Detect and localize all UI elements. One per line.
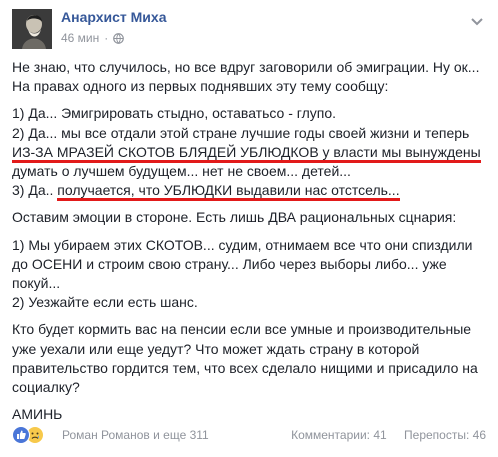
text-line: АМИНЬ <box>12 406 63 423</box>
chevron-down-icon[interactable] <box>470 14 484 26</box>
post-counts: Комментарии: 41 Перепосты: 46 <box>277 428 486 442</box>
avatar[interactable] <box>12 9 52 49</box>
post-meta: 46 мин · <box>61 31 125 45</box>
text-line: 2) Уезжайте если есть шанс. <box>12 294 198 311</box>
post-body: Не знаю, что случилось, но все вдруг заг… <box>12 58 490 432</box>
text-line: Не знаю, что случилось, но все вдруг заг… <box>12 59 480 75</box>
text-line: до ОСЕНИ и строим свою страну... Либо че… <box>12 255 447 272</box>
text-line: На правах одного из первых поднявших эту… <box>12 78 389 95</box>
text-line: 2) Да... мы все отдали этой стране лучши… <box>12 124 470 141</box>
text-line: думать о лучшем будущем... нет не своем.… <box>12 163 351 180</box>
author-name[interactable]: Анархист Миха <box>61 9 167 25</box>
text-line: 1) Мы убираем этих СКОТОВ... судим, отни… <box>12 236 473 253</box>
paragraph-question: Кто будет кормить вас на пенсии если все… <box>12 320 490 397</box>
text-line: Оставим эмоции в стороне. Есть лишь ДВА … <box>12 209 457 226</box>
paragraph-points: 1) Да... Эмигрировать стыдно, оставатьсо… <box>12 104 490 202</box>
paragraph-scenarios-intro: Оставим эмоции в стороне. Есть лишь ДВА … <box>12 208 490 227</box>
post-footer: Роман Романов и еще 311 Комментарии: 41 … <box>12 423 486 447</box>
underlined-line: получается, что УБЛЮДКИ выдавили нас отс… <box>57 182 400 202</box>
paragraph-intro: Не знаю, что случилось, но все вдруг заг… <box>12 58 490 96</box>
text-line: 1) Да... Эмигрировать стыдно, оставатьсо… <box>12 105 336 122</box>
shares-link[interactable]: Перепосты: 46 <box>404 428 486 442</box>
paragraph-scenarios: 1) Мы убираем этих СКОТОВ... судим, отни… <box>12 236 490 313</box>
paragraph-closing: АМИНЬ <box>12 405 490 424</box>
text-line: Кто будет кормить вас на пенсии если все… <box>12 321 472 338</box>
like-icon[interactable] <box>12 426 30 444</box>
text-line: 3) Да.. <box>12 182 58 199</box>
globe-icon <box>113 32 125 44</box>
post-time[interactable]: 46 мин <box>61 31 99 45</box>
reactions[interactable] <box>12 426 54 444</box>
underlined-line: ИЗ-ЗА МРАЗЕЙ СКОТОВ БЛЯДЕЙ УБЛЮДКОВ у вл… <box>12 143 481 163</box>
text-line: правительство гордится тем, что всех сде… <box>12 359 478 376</box>
text-line: социалку? <box>12 379 80 396</box>
comments-link[interactable]: Комментарии: 41 <box>291 428 387 442</box>
text-line: уже уехали или еще уедут? Что может ждат… <box>12 340 420 357</box>
likers-link[interactable]: Роман Романов и еще 311 <box>62 428 209 442</box>
meta-separator: · <box>104 31 109 45</box>
post-header: Анархист Миха 46 мин · <box>0 0 498 58</box>
text-line: покуй... <box>12 275 61 292</box>
